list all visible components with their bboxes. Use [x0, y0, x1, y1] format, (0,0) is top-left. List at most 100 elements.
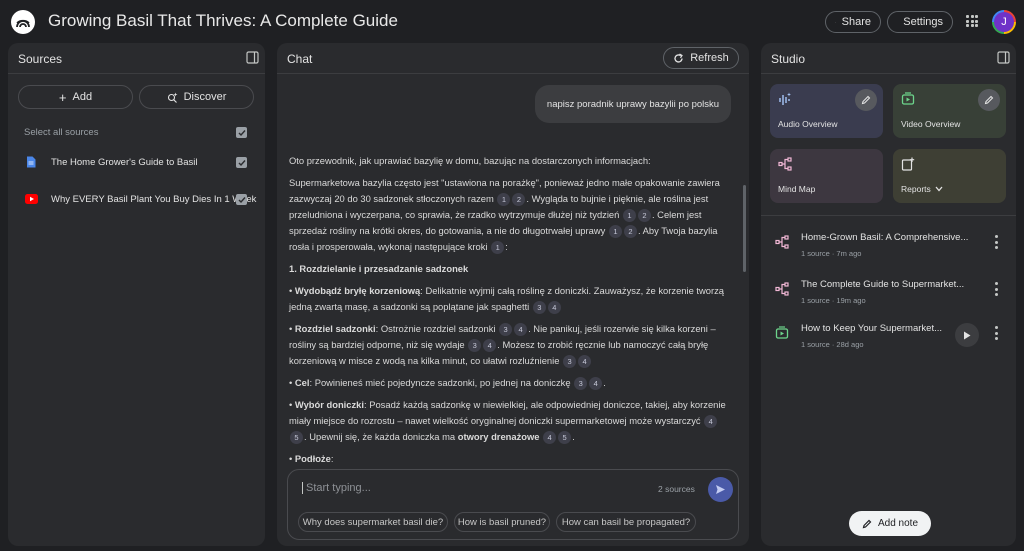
- citation-button[interactable]: 4: [704, 415, 718, 429]
- citation-button[interactable]: 5: [558, 431, 572, 445]
- check-icon: [238, 196, 246, 203]
- note-item[interactable]: Home-Grown Basil: A Comprehensive... 1 s…: [771, 227, 1001, 271]
- citation-button[interactable]: 1: [491, 241, 505, 255]
- source-item-document[interactable]: The Home Grower's Guide to Basil: [15, 150, 256, 174]
- collapse-panel-icon[interactable]: [997, 51, 1010, 64]
- sources-panel: Sources + Add Discover Select all source…: [8, 43, 265, 546]
- page-title[interactable]: Growing Basil That Thrives: A Complete G…: [48, 11, 398, 31]
- share-label: Share: [841, 16, 871, 28]
- edit-button[interactable]: [855, 89, 877, 111]
- suggestion-chip[interactable]: Why does supermarket basil die?: [298, 512, 448, 532]
- source-label: The Home Grower's Guide to Basil: [51, 156, 198, 168]
- chat-title: Chat: [287, 52, 313, 66]
- more-options-icon[interactable]: [991, 235, 1001, 249]
- note-item[interactable]: How to Keep Your Supermarket... 1 source…: [771, 318, 1001, 362]
- avatar[interactable]: J: [992, 10, 1016, 34]
- response-bullet: • Rozdziel sadzonki: Ostrożnie rozdziel …: [289, 323, 716, 369]
- select-all-checkbox[interactable]: [236, 127, 247, 138]
- source-item-youtube[interactable]: Why EVERY Basil Plant You Buy Dies In 1 …: [15, 187, 256, 211]
- citation-button[interactable]: 4: [589, 377, 603, 391]
- citation-button[interactable]: 3: [532, 301, 546, 315]
- response-paragraph: Supermarketowa bazylia często jest "usta…: [289, 177, 720, 255]
- lock-icon: [835, 21, 836, 23]
- citation-button[interactable]: 4: [514, 323, 528, 337]
- chat-scroll-area[interactable]: napisz poradnik uprawy bazylii po polsku…: [277, 73, 749, 473]
- audio-waveform-icon: [779, 92, 791, 105]
- suggestion-chip[interactable]: How can basil be propagated?: [556, 512, 696, 532]
- discover-button[interactable]: Discover: [139, 85, 254, 109]
- add-source-button[interactable]: + Add: [18, 85, 133, 109]
- note-title: How to Keep Your Supermarket...: [801, 323, 942, 334]
- citation-button[interactable]: 1: [497, 193, 511, 207]
- mind-map-icon: [775, 282, 789, 296]
- video-icon: [775, 326, 789, 339]
- youtube-icon: [25, 194, 38, 204]
- reports-card[interactable]: Reports: [893, 149, 1006, 203]
- apps-grid-icon[interactable]: [966, 15, 978, 27]
- citation-button[interactable]: 1: [608, 225, 622, 239]
- source-checkbox[interactable]: [236, 157, 247, 168]
- select-all-label: Select all sources: [24, 127, 99, 138]
- citation-button[interactable]: 4: [547, 301, 561, 315]
- send-button[interactable]: [708, 477, 733, 502]
- response-bullet: • Cel: Powinieneś mieć pojedyncze sadzon…: [289, 377, 606, 391]
- note-meta: 1 source · 19m ago: [801, 296, 866, 305]
- citation-button[interactable]: 4: [483, 339, 497, 353]
- notebook-logo-icon[interactable]: [11, 10, 35, 34]
- sources-title: Sources: [18, 52, 63, 66]
- add-note-button[interactable]: Add note: [849, 511, 931, 536]
- mind-map-icon: [778, 157, 792, 171]
- citation-button[interactable]: 1: [622, 209, 636, 223]
- audio-overview-card[interactable]: Audio Overview: [770, 84, 883, 138]
- collapse-panel-icon[interactable]: [246, 51, 259, 64]
- mind-map-card[interactable]: Mind Map: [770, 149, 883, 203]
- note-title: Home-Grown Basil: A Comprehensive...: [801, 232, 969, 243]
- studio-title: Studio: [771, 52, 806, 66]
- check-icon: [238, 159, 246, 166]
- studio-panel: Studio Audio Overview Video Overview Min…: [761, 43, 1016, 546]
- refresh-icon: [674, 52, 684, 63]
- refresh-button[interactable]: Refresh: [663, 47, 739, 69]
- share-button[interactable]: Share: [825, 11, 881, 33]
- response-bullet: • Podłoże:: [289, 453, 334, 464]
- chat-scrollbar[interactable]: [743, 185, 746, 272]
- chat-panel: Chat Refresh napisz poradnik uprawy bazy…: [277, 43, 749, 546]
- divider: [8, 73, 265, 74]
- citation-button[interactable]: 5: [290, 431, 303, 445]
- note-meta: 1 source · 28d ago: [801, 340, 864, 349]
- user-message: napisz poradnik uprawy bazylii po polsku: [535, 85, 731, 123]
- citation-button[interactable]: 2: [623, 225, 637, 239]
- chevron-down-icon: [935, 186, 943, 192]
- sparkle-search-icon: [167, 92, 178, 103]
- citation-button[interactable]: 2: [512, 193, 526, 207]
- sources-count: 2 sources: [658, 484, 695, 494]
- video-overview-card[interactable]: Video Overview: [893, 84, 1006, 138]
- source-checkbox[interactable]: [236, 194, 247, 205]
- card-label: Reports: [901, 184, 943, 194]
- citation-button[interactable]: 4: [578, 355, 592, 369]
- citation-button[interactable]: 2: [637, 209, 651, 223]
- citation-button[interactable]: 3: [574, 377, 588, 391]
- play-button[interactable]: [955, 323, 979, 347]
- citation-button[interactable]: 3: [468, 339, 482, 353]
- suggestion-chip[interactable]: How is basil pruned?: [454, 512, 550, 532]
- card-label: Mind Map: [778, 184, 816, 194]
- refresh-label: Refresh: [690, 52, 729, 64]
- citation-button[interactable]: 3: [499, 323, 513, 337]
- divider: [761, 73, 1016, 74]
- more-options-icon[interactable]: [991, 326, 1001, 340]
- document-icon: [27, 156, 36, 168]
- response-intro: Oto przewodnik, jak uprawiać bazylię w d…: [289, 155, 651, 166]
- edit-button[interactable]: [978, 89, 1000, 111]
- citation-button[interactable]: 4: [543, 431, 557, 445]
- more-options-icon[interactable]: [991, 282, 1001, 296]
- check-icon: [238, 129, 246, 136]
- citation-button[interactable]: 3: [563, 355, 577, 369]
- chat-input[interactable]: Start typing...: [302, 482, 371, 494]
- top-bar: Growing Basil That Thrives: A Complete G…: [0, 0, 1024, 42]
- pencil-icon: [984, 95, 994, 105]
- response-bullet: • Wydobądź bryłę korzeniową: Delikatnie …: [289, 285, 725, 315]
- settings-button[interactable]: Settings: [887, 11, 953, 33]
- note-item[interactable]: The Complete Guide to Supermarket... 1 s…: [771, 274, 1001, 318]
- pencil-icon: [861, 95, 871, 105]
